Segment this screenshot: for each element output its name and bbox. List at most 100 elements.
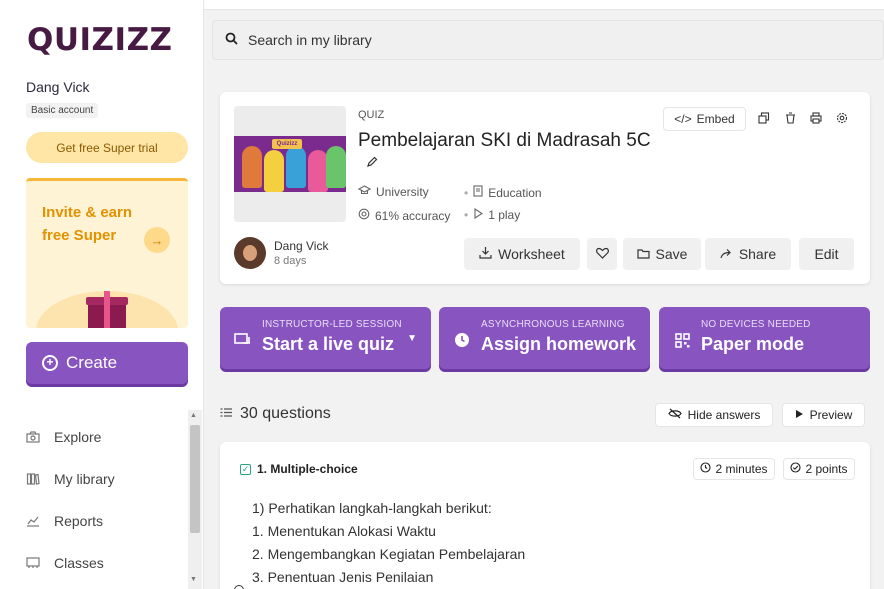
trash-icon xyxy=(785,111,796,127)
graduation-cap-icon xyxy=(357,185,372,199)
create-label: Create xyxy=(66,353,118,372)
thumbnail-sign: Quizizz xyxy=(272,139,302,149)
compass-icon xyxy=(26,430,40,444)
invite-card[interactable]: Invite & earn free Super → xyxy=(26,178,188,328)
subject-meta: • Education xyxy=(464,185,542,200)
sidebar: QUIZIZZ Dang Vick Basic account Get free… xyxy=(0,0,204,589)
question-text-line: 2. Mengembangkan Kegiatan Pembelajaran xyxy=(252,546,526,562)
library-icon xyxy=(26,472,40,486)
question-card: ✓ 1. Multiple-choice 2 minutes 2 points … xyxy=(220,442,870,589)
paper-mode-label: Paper mode xyxy=(701,334,805,354)
clock-icon xyxy=(700,462,712,476)
like-button[interactable] xyxy=(587,238,617,270)
hide-answers-label: Hide answers xyxy=(687,408,761,422)
embed-label: Embed xyxy=(696,112,735,126)
quizizz-logo[interactable]: QUIZIZZ xyxy=(27,22,173,58)
question-type-label: 1. Multiple-choice xyxy=(257,462,358,476)
scroll-up-icon[interactable]: ▲ xyxy=(190,412,197,419)
question-count: 30 questions xyxy=(220,405,331,423)
sidebar-item-reports[interactable]: Reports xyxy=(26,500,186,542)
folder-icon xyxy=(636,246,650,262)
copy-button[interactable] xyxy=(752,107,776,131)
gear-icon xyxy=(836,112,848,127)
presentation-icon xyxy=(234,331,252,349)
author-name[interactable]: Dang Vick xyxy=(274,239,328,253)
preview-label: Preview xyxy=(809,408,853,422)
edit-button[interactable]: Edit xyxy=(799,238,854,270)
question-text-line: 1. Menentukan Alokasi Waktu xyxy=(252,523,436,539)
save-label: Save xyxy=(655,246,688,262)
grade-meta: University xyxy=(357,185,429,199)
avatar[interactable] xyxy=(234,237,266,269)
free-trial-button[interactable]: Get free Super trial xyxy=(26,132,188,163)
scroll-down-icon[interactable]: ▼ xyxy=(190,576,197,583)
settings-button[interactable] xyxy=(830,107,854,131)
worksheet-button[interactable]: Worksheet xyxy=(464,238,580,270)
sidebar-item-label: Reports xyxy=(54,513,104,529)
eye-off-icon xyxy=(667,408,682,422)
live-quiz-button[interactable]: INSTRUCTOR-LED SESSION Start a live quiz… xyxy=(220,307,431,369)
download-icon xyxy=(479,246,492,262)
plus-icon: + xyxy=(42,355,58,371)
play-icon xyxy=(795,408,804,422)
homework-label: Assign homework xyxy=(481,334,637,354)
list-icon xyxy=(220,405,232,423)
delete-button[interactable] xyxy=(778,107,802,131)
paper-mode-button[interactable]: NO DEVICES NEEDED Paper mode xyxy=(659,307,870,369)
search-bar[interactable]: Search in my library xyxy=(212,20,884,60)
quiz-card: Quizizz QUIZ Pembelajaran SKI di Madrasa… xyxy=(220,92,870,284)
points-label: 2 points xyxy=(805,462,848,476)
live-quiz-label: Start a live quiz xyxy=(262,334,395,354)
code-icon: </> xyxy=(674,112,692,126)
share-button[interactable]: Share xyxy=(705,238,791,270)
gift-icon xyxy=(86,291,128,328)
accuracy-label: 61% accuracy xyxy=(375,208,451,223)
time-label: 2 minutes xyxy=(715,462,768,476)
plays-label: 1 play xyxy=(488,208,521,222)
checkbox-icon: ✓ xyxy=(240,463,251,475)
quiz-thumbnail: Quizizz xyxy=(234,106,346,222)
edit-pencil-icon[interactable] xyxy=(366,156,378,171)
search-icon xyxy=(225,32,238,48)
question-text-line: 3. Penentuan Jenis Penilaian xyxy=(252,569,434,585)
subject-label: Education xyxy=(488,185,542,200)
grade-label: University xyxy=(376,185,429,199)
search-input[interactable]: Search in my library xyxy=(248,32,372,48)
embed-button[interactable]: </> Embed xyxy=(663,107,746,131)
time-pill[interactable]: 2 minutes xyxy=(693,458,775,480)
sidebar-item-label: My library xyxy=(54,471,115,487)
sidebar-item-my-library[interactable]: My library xyxy=(26,458,186,500)
points-pill[interactable]: 2 points xyxy=(783,458,855,480)
quiz-type-label: QUIZ xyxy=(358,109,385,121)
homework-sub: ASYNCHRONOUS LEARNING xyxy=(481,319,625,330)
user-name: Dang Vick xyxy=(26,79,90,95)
question-count-label: 30 questions xyxy=(240,405,331,422)
live-quiz-sub: INSTRUCTOR-LED SESSION xyxy=(262,319,402,330)
create-button[interactable]: + Create xyxy=(26,342,188,384)
option-radio-icon[interactable] xyxy=(234,585,244,589)
sidebar-item-classes[interactable]: Classes xyxy=(26,542,186,584)
qr-code-icon xyxy=(673,331,691,349)
check-circle-icon xyxy=(790,462,802,476)
book-icon xyxy=(473,185,483,200)
preview-button[interactable]: Preview xyxy=(782,403,865,427)
question-heading: ✓ 1. Multiple-choice xyxy=(240,462,358,476)
assign-homework-button[interactable]: ASYNCHRONOUS LEARNING Assign homework xyxy=(439,307,650,369)
top-strip xyxy=(204,0,884,10)
chevron-down-icon[interactable]: ▼ xyxy=(407,333,417,344)
author-time: 8 days xyxy=(274,255,307,267)
quiz-title: Pembelajaran SKI di Madrasah 5C xyxy=(358,130,651,151)
hide-answers-button[interactable]: Hide answers xyxy=(655,403,773,427)
reports-icon xyxy=(26,514,40,528)
question-text-line: 1) Perhatikan langkah-langkah berikut: xyxy=(252,500,492,516)
arrow-right-icon[interactable]: → xyxy=(144,227,170,253)
classes-icon xyxy=(26,556,40,570)
printer-icon xyxy=(810,111,822,127)
sidebar-scroll-thumb[interactable] xyxy=(190,425,200,533)
copy-icon xyxy=(758,111,770,127)
sidebar-item-explore[interactable]: Explore xyxy=(26,416,186,458)
paper-mode-sub: NO DEVICES NEEDED xyxy=(701,319,811,330)
clock-icon xyxy=(453,331,471,349)
print-button[interactable] xyxy=(804,107,828,131)
save-button[interactable]: Save xyxy=(623,238,701,270)
